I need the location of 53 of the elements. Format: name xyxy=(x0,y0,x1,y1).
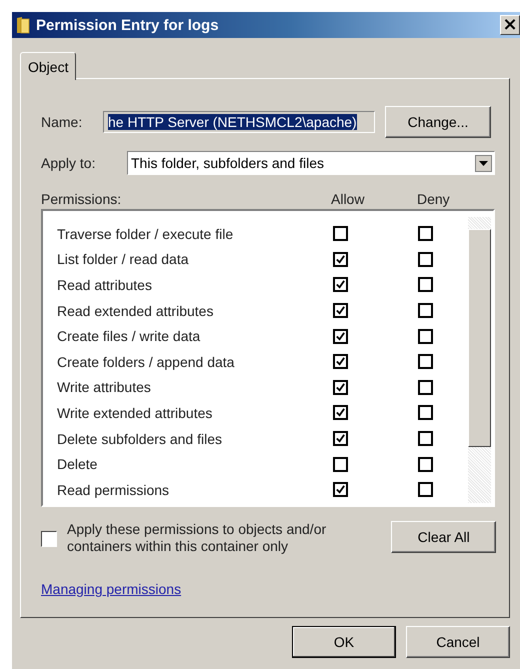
permission-name: Read extended attributes xyxy=(56,302,214,319)
allow-checkbox[interactable] xyxy=(333,303,348,318)
apply-inside-label: Apply these permissions to objects and/or containers within this container only xyxy=(67,521,328,555)
permission-name: Delete xyxy=(56,456,98,472)
allow-checkbox[interactable] xyxy=(333,252,348,267)
permission-name: Read permissions xyxy=(56,482,170,498)
permission-name: List folder / read data xyxy=(56,251,190,268)
permission-name: Write extended attributes xyxy=(56,404,214,421)
deny-checkbox[interactable] xyxy=(418,405,433,420)
name-field[interactable]: he HTTP Server (NETHSMCL2\apache) xyxy=(103,111,375,133)
allow-checkbox[interactable] xyxy=(333,354,348,370)
permission-name: Create folders / append data xyxy=(56,354,236,370)
allow-checkbox[interactable] xyxy=(333,405,348,420)
scroll-thumb[interactable] xyxy=(468,229,491,447)
managing-permissions-link[interactable]: Managing permissions xyxy=(41,581,182,597)
deny-checkbox[interactable] xyxy=(418,482,433,498)
allow-checkbox[interactable] xyxy=(333,226,348,242)
deny-checkbox[interactable] xyxy=(418,456,433,472)
dialog-button[interactable]: OK xyxy=(292,626,396,658)
allow-checkbox[interactable] xyxy=(333,277,348,292)
close-button[interactable]: × xyxy=(500,15,520,35)
permission-name: Delete subfolders and files xyxy=(56,430,223,447)
allow-checkbox[interactable] xyxy=(333,482,348,498)
dialog-button[interactable]: Cancel xyxy=(406,626,510,658)
deny-checkbox[interactable] xyxy=(418,328,433,344)
deny-header: Deny xyxy=(417,191,450,209)
deny-checkbox[interactable] xyxy=(418,226,433,242)
name-label: Name: xyxy=(41,114,84,130)
apply-to-label: Apply to: xyxy=(41,155,96,171)
deny-checkbox[interactable] xyxy=(418,303,433,318)
permission-name: Write attributes xyxy=(56,379,152,396)
clear-all-button[interactable]: Clear All xyxy=(391,521,496,553)
deny-checkbox[interactable] xyxy=(418,380,433,395)
permission-name: Traverse folder / execute file xyxy=(56,226,234,242)
window-title: Permission Entry for logs xyxy=(36,16,220,34)
deny-checkbox[interactable] xyxy=(418,277,433,292)
apply-to-dropdown[interactable]: This folder, subfolders and files xyxy=(127,151,495,175)
allow-checkbox[interactable] xyxy=(333,456,348,472)
deny-checkbox[interactable] xyxy=(418,354,433,370)
tab[interactable]: Object xyxy=(20,52,76,80)
allow-checkbox[interactable] xyxy=(333,380,348,395)
allow-checkbox[interactable] xyxy=(333,431,348,446)
permission-name: Create files / write data xyxy=(56,328,202,344)
deny-checkbox[interactable] xyxy=(418,252,433,267)
scrollbar[interactable] xyxy=(468,217,491,505)
permission-name: Read attributes xyxy=(56,276,153,293)
change-button[interactable]: Change... xyxy=(385,106,491,138)
permissions-label: Permissions: xyxy=(41,191,122,209)
allow-checkbox[interactable] xyxy=(333,328,348,344)
deny-checkbox[interactable] xyxy=(418,431,433,446)
allow-header: Allow xyxy=(331,191,366,209)
folder-icon xyxy=(16,16,30,34)
apply-inside-checkbox[interactable] xyxy=(41,531,57,547)
